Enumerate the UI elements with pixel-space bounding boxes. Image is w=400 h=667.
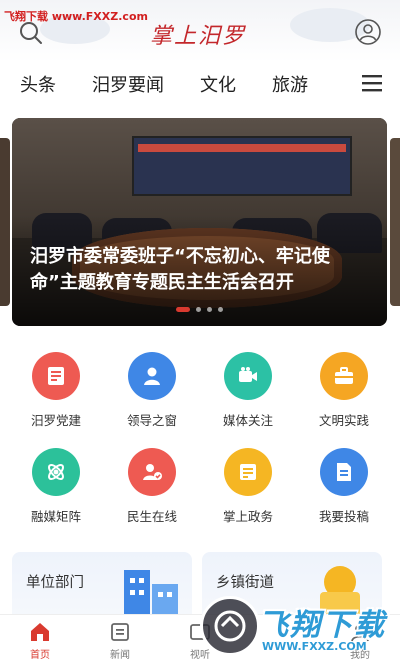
feature-label: 领导之窗 — [126, 413, 177, 428]
tab-tourism[interactable]: 旅游 — [254, 71, 326, 97]
news-carousel-slide[interactable]: 汨罗市委常委班子“不忘初心、牢记使命”主题教育专题民主生活会召开 — [12, 118, 387, 326]
card-title: 单位部门 — [26, 575, 84, 591]
network-icon — [32, 448, 80, 496]
person-icon — [128, 352, 176, 400]
tab-culture[interactable]: 文化 — [182, 71, 254, 97]
document-icon — [32, 352, 80, 400]
feature-label: 汨罗党建 — [30, 413, 81, 428]
search-icon[interactable] — [18, 20, 44, 46]
video-camera-icon — [224, 352, 272, 400]
watermark-logo — [200, 596, 260, 656]
user-check-icon — [128, 448, 176, 496]
feature-label: 我要投稿 — [318, 509, 369, 524]
carousel-dot[interactable] — [196, 307, 201, 312]
category-tabs: 头条 汨罗要闻 文化 旅游 — [0, 62, 400, 106]
bottom-nav-label: 新闻 — [110, 650, 130, 661]
feature-label: 文明实践 — [318, 413, 369, 428]
watermark-brand: 飞翔下载 — [258, 608, 386, 643]
feature-livelihood-online[interactable]: 民生在线 — [104, 448, 200, 532]
feature-media-matrix[interactable]: 融媒矩阵 — [8, 448, 104, 532]
feature-label: 民生在线 — [126, 509, 177, 524]
tab-miluo-news[interactable]: 汨罗要闻 — [74, 71, 182, 97]
carousel-next-slide-peek[interactable] — [390, 138, 400, 306]
submit-doc-icon — [320, 448, 368, 496]
watermark-url: WWW.FXXZ.COM — [262, 640, 367, 653]
app-header: 飞翔下载 www.FXXZ.com 掌上汨罗 — [0, 0, 400, 62]
bottom-nav-label: 首页 — [30, 650, 50, 661]
carousel-prev-slide-peek[interactable] — [0, 138, 10, 306]
user-icon[interactable] — [354, 18, 382, 46]
tab-headlines[interactable]: 头条 — [0, 71, 74, 97]
feature-media-focus[interactable]: 媒体关注 — [200, 352, 296, 436]
banner-headline[interactable]: 汨罗市委常委班子“不忘初心、牢记使命”主题教育专题民主生活会召开 — [30, 244, 375, 296]
bottom-nav-label: 视听 — [190, 650, 210, 661]
carousel-indicator — [12, 307, 387, 312]
home-icon — [31, 623, 49, 641]
hamburger-menu-icon[interactable] — [362, 74, 382, 92]
feature-civilization-practice[interactable]: 文明实践 — [296, 352, 392, 436]
feature-party-building[interactable]: 汨罗党建 — [8, 352, 104, 436]
feature-mobile-government[interactable]: 掌上政务 — [200, 448, 296, 532]
banner-photo-screen — [132, 136, 352, 196]
feature-leaders-window[interactable]: 领导之窗 — [104, 352, 200, 436]
bottom-nav-home[interactable]: 首页 — [0, 615, 80, 667]
news-icon — [111, 623, 129, 641]
carousel-dot-active[interactable] — [176, 307, 190, 312]
bottom-nav-news[interactable]: 新闻 — [80, 615, 160, 667]
feature-submit-article[interactable]: 我要投稿 — [296, 448, 392, 532]
feature-grid: 汨罗党建 领导之窗 媒体关注 文明实践 融媒矩阵 民生在线 掌上政务 我要投稿 — [8, 352, 392, 532]
carousel-dot[interactable] — [218, 307, 223, 312]
feature-label: 融媒矩阵 — [30, 509, 81, 524]
card-title: 乡镇街道 — [216, 575, 274, 591]
carousel-dot[interactable] — [207, 307, 212, 312]
briefcase-icon — [320, 352, 368, 400]
app-logo: 掌上汨罗 — [150, 24, 247, 49]
feature-label: 媒体关注 — [222, 413, 273, 428]
form-icon — [224, 448, 272, 496]
feature-label: 掌上政务 — [222, 509, 273, 524]
